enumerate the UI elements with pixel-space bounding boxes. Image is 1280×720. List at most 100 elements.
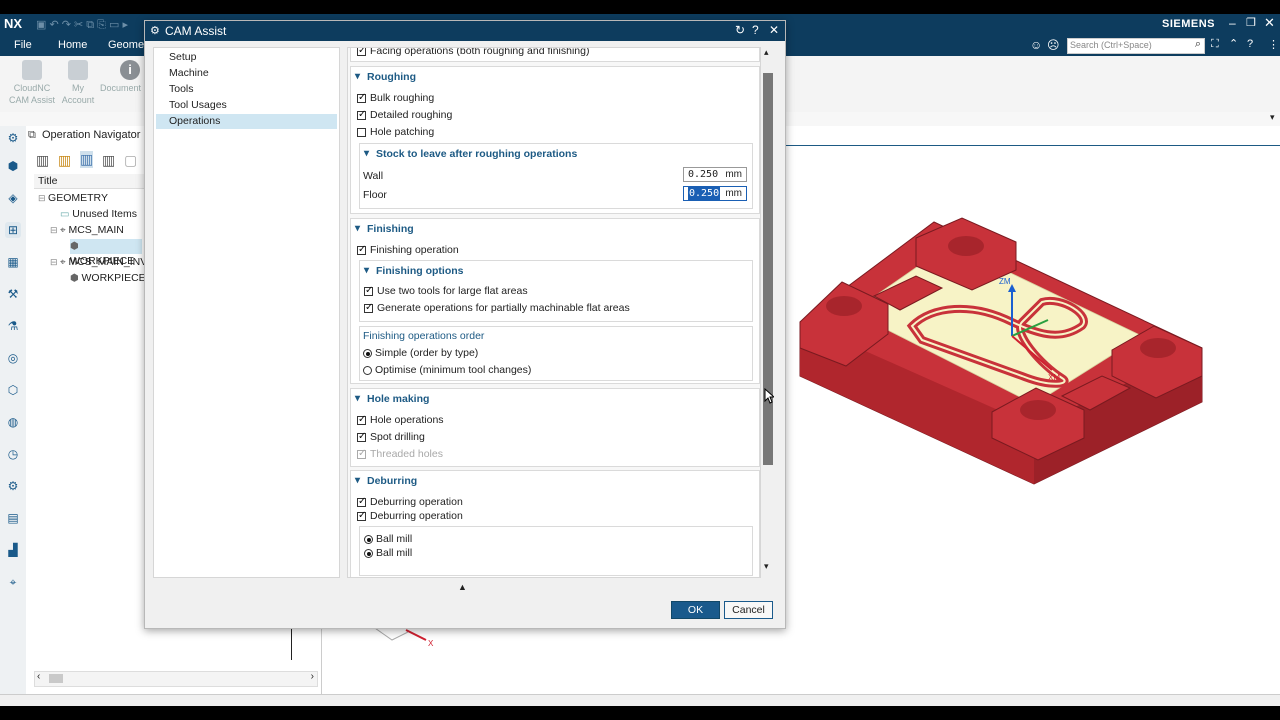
scroll-up-icon[interactable]: ▴: [764, 47, 769, 58]
collapse-icon[interactable]: ⊟: [50, 225, 60, 235]
search-box[interactable]: Search (Ctrl+Space) ⌕: [1067, 38, 1205, 54]
two-tools-checkbox[interactable]: [364, 285, 373, 296]
my-account-button[interactable]: My Account: [48, 60, 108, 106]
quick-access-icons[interactable]: ▣ ↶ ↷ ✂ ⧉ ⎘ ▭ ▸: [36, 18, 128, 32]
part-navigator-icon[interactable]: ⬢: [5, 158, 21, 174]
scroll-thumb[interactable]: [763, 73, 773, 465]
machine-tool-icon[interactable]: ▦: [5, 254, 21, 270]
stock-header[interactable]: Stock to leave after roughing operations: [364, 148, 577, 160]
scroll-right-icon[interactable]: ›: [311, 671, 314, 682]
tools-icon[interactable]: ⚒: [5, 286, 21, 302]
column-title[interactable]: Title: [38, 175, 57, 187]
dialog-title: CAM Assist: [165, 24, 227, 38]
nav-item-machine[interactable]: Machine: [156, 66, 337, 81]
wall-input[interactable]: 0.250 mm: [683, 167, 747, 182]
collapse-icon[interactable]: ⊟: [38, 193, 48, 203]
manufacturing-icon[interactable]: ⬡: [5, 382, 21, 398]
collapse-ribbon-icon[interactable]: ⌃: [1229, 37, 1238, 50]
ribbon-button-line: My: [72, 83, 84, 93]
fullscreen-icon[interactable]: ⛶: [1211, 38, 1219, 51]
scroll-left-icon[interactable]: ‹: [37, 671, 40, 682]
reset-icon[interactable]: ↻: [735, 23, 745, 37]
search-icon[interactable]: ⌕: [1195, 38, 1201, 51]
restore-icon[interactable]: ❐: [1246, 16, 1256, 29]
process-icon[interactable]: ⚙: [5, 478, 21, 494]
minimize-icon[interactable]: –: [1229, 16, 1236, 30]
cancel-button[interactable]: Cancel: [724, 601, 773, 619]
deburring-header[interactable]: Deburring: [355, 475, 417, 487]
finishing-header[interactable]: Finishing: [355, 223, 414, 235]
hole-patching-checkbox[interactable]: [357, 128, 366, 137]
deburring-op1-checkbox[interactable]: [357, 496, 366, 507]
more-icon[interactable]: ⋮: [1268, 38, 1279, 51]
analysis-icon[interactable]: ▟: [5, 542, 21, 558]
menu-geometry[interactable]: Geomet: [108, 39, 147, 51]
collapse-icon[interactable]: ⊟: [50, 257, 60, 267]
deburring-op2-checkbox[interactable]: [357, 510, 366, 521]
operation-navigator-icon[interactable]: ⊞: [5, 222, 21, 238]
triad-x-axis: [405, 629, 427, 641]
bulk-roughing-checkbox[interactable]: [357, 92, 366, 103]
nav-item-setup[interactable]: Setup: [156, 50, 337, 65]
menu-file[interactable]: File: [14, 39, 32, 51]
menu-home[interactable]: Home: [58, 39, 87, 51]
program-order-view-icon[interactable]: ▥: [36, 152, 49, 169]
deburring-group: Deburring Deburring operation Deburring …: [350, 470, 760, 577]
history-icon[interactable]: ◷: [5, 446, 21, 462]
simple-order-radio[interactable]: [363, 349, 372, 358]
detailed-roughing-checkbox[interactable]: [357, 109, 366, 120]
help-icon[interactable]: ?: [752, 23, 759, 37]
finishing-options-header[interactable]: Finishing options: [364, 265, 463, 277]
nav-item-tool-usages[interactable]: Tool Usages: [156, 98, 337, 113]
tree-item[interactable]: ⊟ ⌖ MCS_MAIN_INV: [50, 256, 147, 268]
geometry-view-icon[interactable]: ▥: [80, 151, 94, 168]
settings-icon[interactable]: ⚙: [5, 130, 21, 146]
ball-mill-label: Ball mill: [376, 533, 413, 545]
documentation-button[interactable]: i Document: [100, 60, 146, 94]
finishing-operation-checkbox[interactable]: [357, 244, 366, 255]
tree-item[interactable]: ⬢ WORKPIECE_: [70, 272, 152, 284]
tree-item[interactable]: ⊟ ⌖ MCS_MAIN: [50, 224, 124, 236]
smile-icon[interactable]: ☺: [1030, 38, 1042, 52]
ok-button[interactable]: OK: [671, 601, 720, 619]
method-view-icon[interactable]: ▥: [102, 152, 115, 169]
scroll-down-icon[interactable]: ▾: [764, 561, 769, 572]
frown-icon[interactable]: ☹: [1047, 38, 1060, 52]
hole-operations-label: Hole operations: [370, 414, 444, 426]
scroll-thumb[interactable]: [49, 674, 63, 683]
cam-assist-icon[interactable]: ⌖: [5, 574, 21, 590]
help-icon[interactable]: ?: [1247, 38, 1253, 50]
hole-operations-checkbox[interactable]: [357, 414, 366, 425]
facing-checkbox[interactable]: [357, 48, 366, 56]
tree-item[interactable]: ⊟ GEOMETRY: [38, 192, 108, 204]
nav-item-operations[interactable]: Operations: [156, 114, 337, 129]
roughing-header[interactable]: Roughing: [355, 71, 416, 83]
collapse-arrow-icon[interactable]: ▲: [458, 582, 467, 592]
floor-input[interactable]: 0.250 mm: [683, 186, 747, 201]
hole-making-header[interactable]: Hole making: [355, 393, 430, 405]
spot-drilling-checkbox[interactable]: [357, 431, 366, 442]
reuse-library-icon[interactable]: ◎: [5, 350, 21, 366]
web-browser-icon[interactable]: ◍: [5, 414, 21, 430]
nav-item-tools[interactable]: Tools: [156, 82, 337, 97]
tree-item[interactable]: ▭ Unused Items: [60, 208, 137, 220]
partial-flat-checkbox[interactable]: [364, 302, 373, 313]
dropdown-arrow-icon[interactable]: ▾: [1270, 112, 1275, 123]
fixture-icon[interactable]: ⚗: [5, 318, 21, 334]
triad-label-x: X: [428, 639, 434, 648]
machine-icon[interactable]: ▤: [5, 510, 21, 526]
optimise-order-radio[interactable]: [363, 366, 372, 375]
navigator-hscrollbar[interactable]: ‹ ›: [34, 671, 318, 687]
close-icon[interactable]: ✕: [769, 23, 779, 37]
finishing-order-label: Finishing operations order: [363, 330, 485, 342]
machine-tool-view-icon[interactable]: ▥: [58, 152, 71, 169]
ball-mill-radio[interactable]: [364, 549, 373, 558]
tree-item-selected[interactable]: ⬢ WORKPIECE: [70, 239, 142, 267]
close-app-icon[interactable]: ✕: [1264, 15, 1275, 31]
dialog-title-bar[interactable]: ⚙ CAM Assist ↻ ? ✕: [145, 21, 785, 41]
content-scrollbar[interactable]: ▴ ▾: [761, 47, 775, 576]
assembly-navigator-icon[interactable]: ◈: [5, 190, 21, 206]
bulk-roughing-label: Bulk roughing: [370, 92, 435, 104]
ball-mill-radio[interactable]: [364, 535, 373, 544]
filter-icon[interactable]: ▢: [124, 152, 137, 169]
